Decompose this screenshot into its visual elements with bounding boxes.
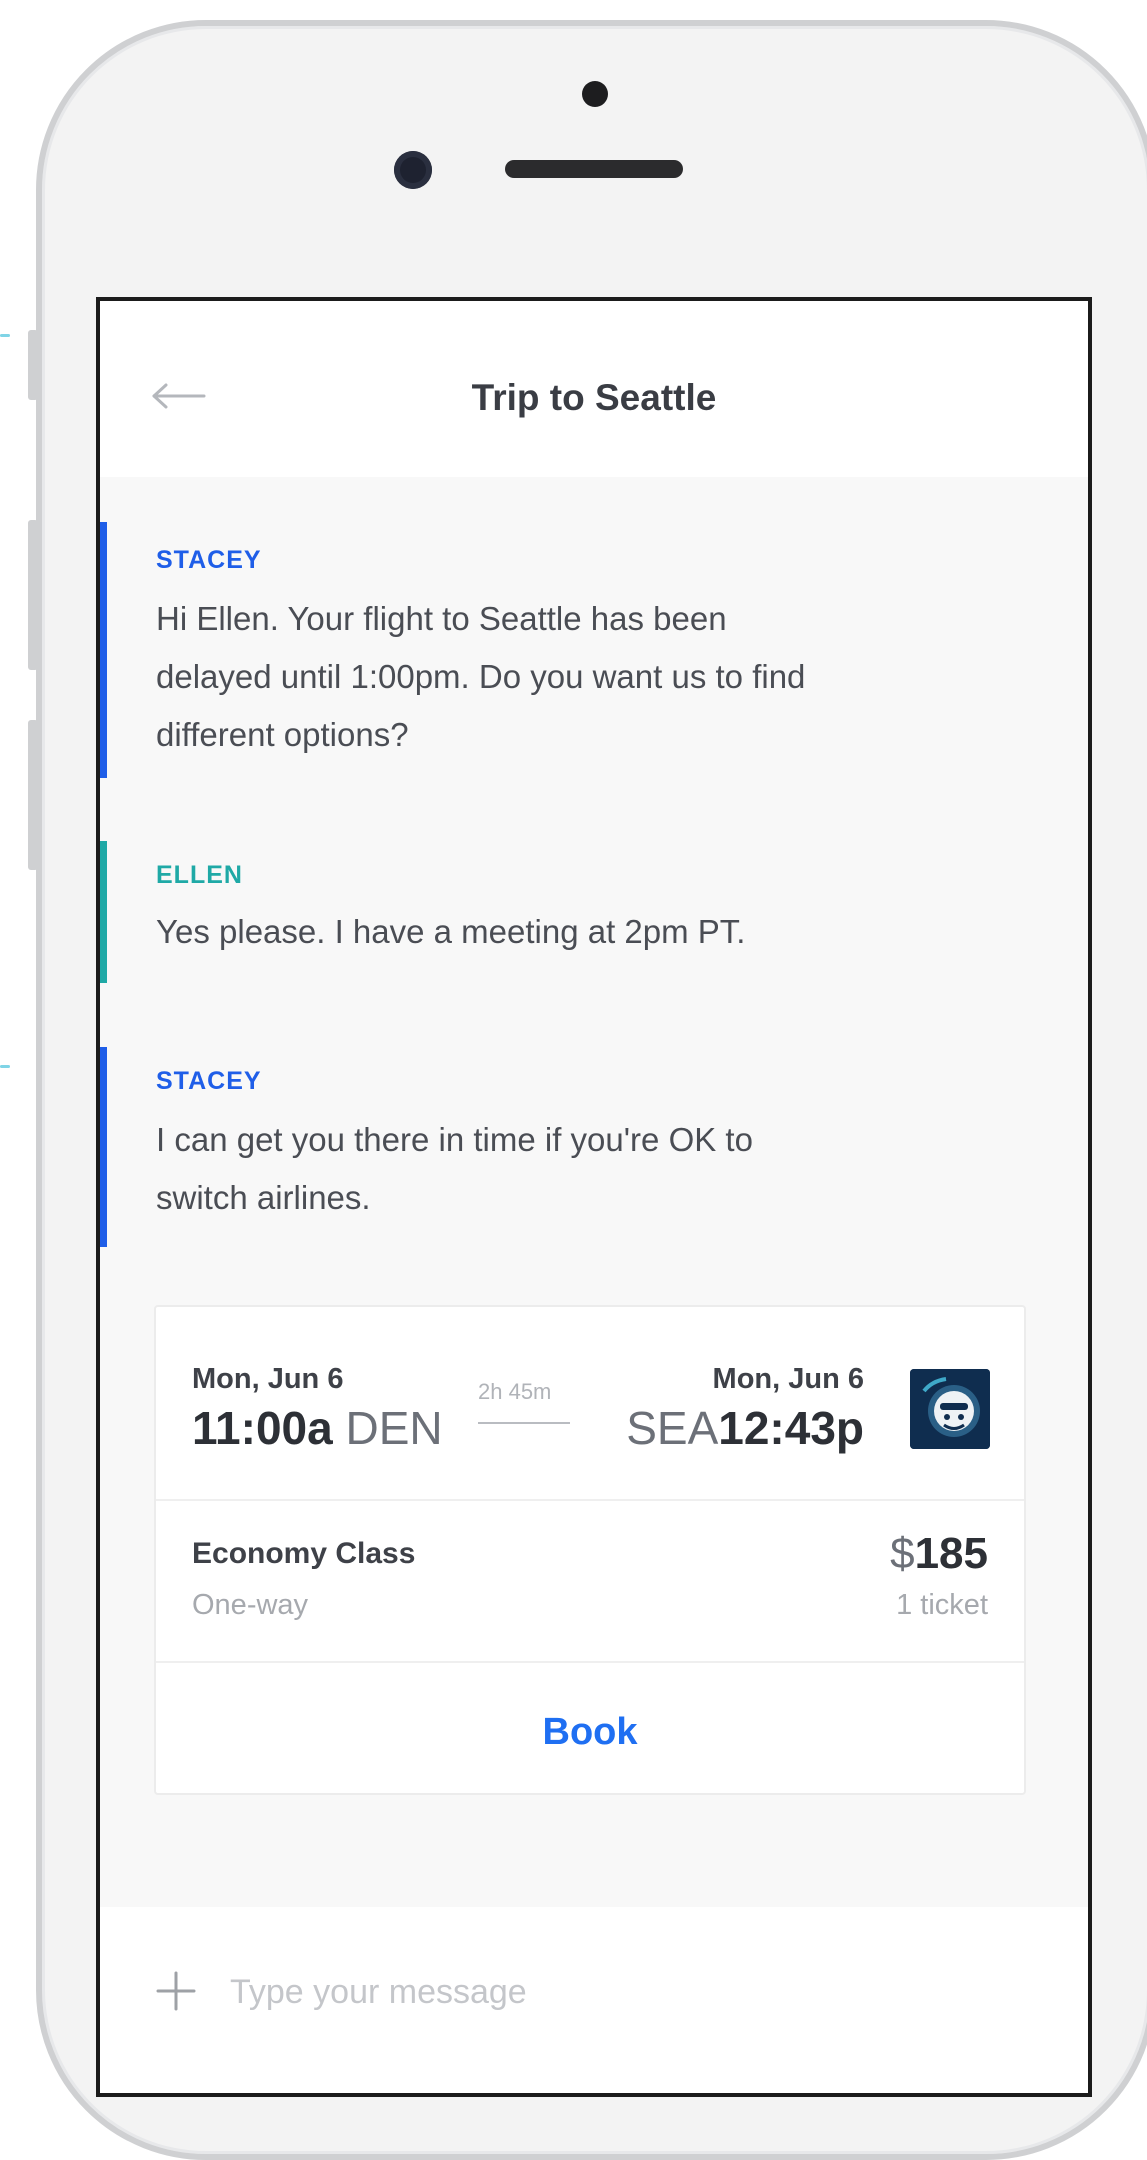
ticket-count: 1 ticket	[896, 1589, 988, 1621]
message-composer	[100, 1907, 1088, 2093]
message-text: Yes please. I have a meeting at 2pm PT.	[156, 903, 956, 961]
airline-logo-icon	[910, 1369, 990, 1449]
message-text: I can get you there in time if you're OK…	[156, 1111, 956, 1227]
departure-date: Mon, Jun 6	[192, 1363, 344, 1395]
phone-side-button	[28, 330, 38, 400]
message-accent-bar	[100, 841, 107, 983]
earpiece-speaker	[505, 160, 683, 178]
decoration-line	[0, 334, 10, 337]
message-line: Hi Ellen. Your flight to Seattle has bee…	[156, 600, 727, 637]
message-accent-bar	[100, 522, 107, 778]
card-divider	[156, 1499, 1024, 1501]
app-screen: Trip to Seattle STACEY Hi Ellen. Your fl…	[96, 297, 1092, 2097]
proximity-sensor	[582, 81, 608, 107]
departure-airport: DEN	[345, 1402, 443, 1454]
duration-line	[478, 1422, 570, 1424]
nav-bar: Trip to Seattle	[100, 301, 1088, 477]
arrival-date: Mon, Jun 6	[712, 1363, 864, 1395]
fare-class: Economy Class	[192, 1537, 416, 1570]
message-accent-bar	[100, 1047, 107, 1247]
book-button[interactable]: Book	[156, 1672, 1024, 1792]
message-line: switch airlines.	[156, 1179, 371, 1216]
front-camera	[394, 151, 432, 189]
phone-volume-down-button	[28, 720, 38, 870]
flight-duration: 2h 45m	[478, 1379, 552, 1404]
message-line: delayed until 1:00pm. Do you want us to …	[156, 658, 806, 695]
flight-card: Mon, Jun 6 11:00a DEN 2h 45m Mon, Jun 6 …	[154, 1305, 1026, 1795]
chat-message: ELLEN Yes please. I have a meeting at 2p…	[100, 841, 1088, 983]
price-amount: 185	[914, 1529, 988, 1578]
arrival-time: 12:43p	[718, 1402, 864, 1454]
message-line: Yes please. I have a meeting at 2pm PT.	[156, 913, 746, 950]
decoration-line	[0, 1065, 10, 1068]
departure-time-airport: 11:00a DEN	[192, 1401, 443, 1455]
message-input[interactable]	[228, 1963, 1012, 2021]
message-sender: ELLEN	[156, 861, 243, 889]
message-sender: STACEY	[156, 546, 262, 574]
departure-time: 11:00a	[192, 1402, 333, 1454]
phone-volume-up-button	[28, 520, 38, 670]
chat-message: STACEY Hi Ellen. Your flight to Seattle …	[100, 522, 1088, 778]
price: $185	[890, 1529, 988, 1579]
price-currency: $	[890, 1529, 915, 1578]
arrival-time-airport: SEA12:43p	[626, 1401, 864, 1455]
message-line: I can get you there in time if you're OK…	[156, 1121, 753, 1158]
message-text: Hi Ellen. Your flight to Seattle has bee…	[156, 590, 956, 764]
plus-icon[interactable]	[154, 1969, 198, 2013]
trip-type: One-way	[192, 1589, 309, 1621]
card-divider	[156, 1661, 1024, 1663]
page-title: Trip to Seattle	[471, 377, 717, 418]
message-line: different options?	[156, 716, 409, 753]
message-sender: STACEY	[156, 1067, 262, 1095]
arrival-airport: SEA	[626, 1402, 719, 1454]
chat-message: STACEY I can get you there in time if yo…	[100, 1047, 1088, 1247]
